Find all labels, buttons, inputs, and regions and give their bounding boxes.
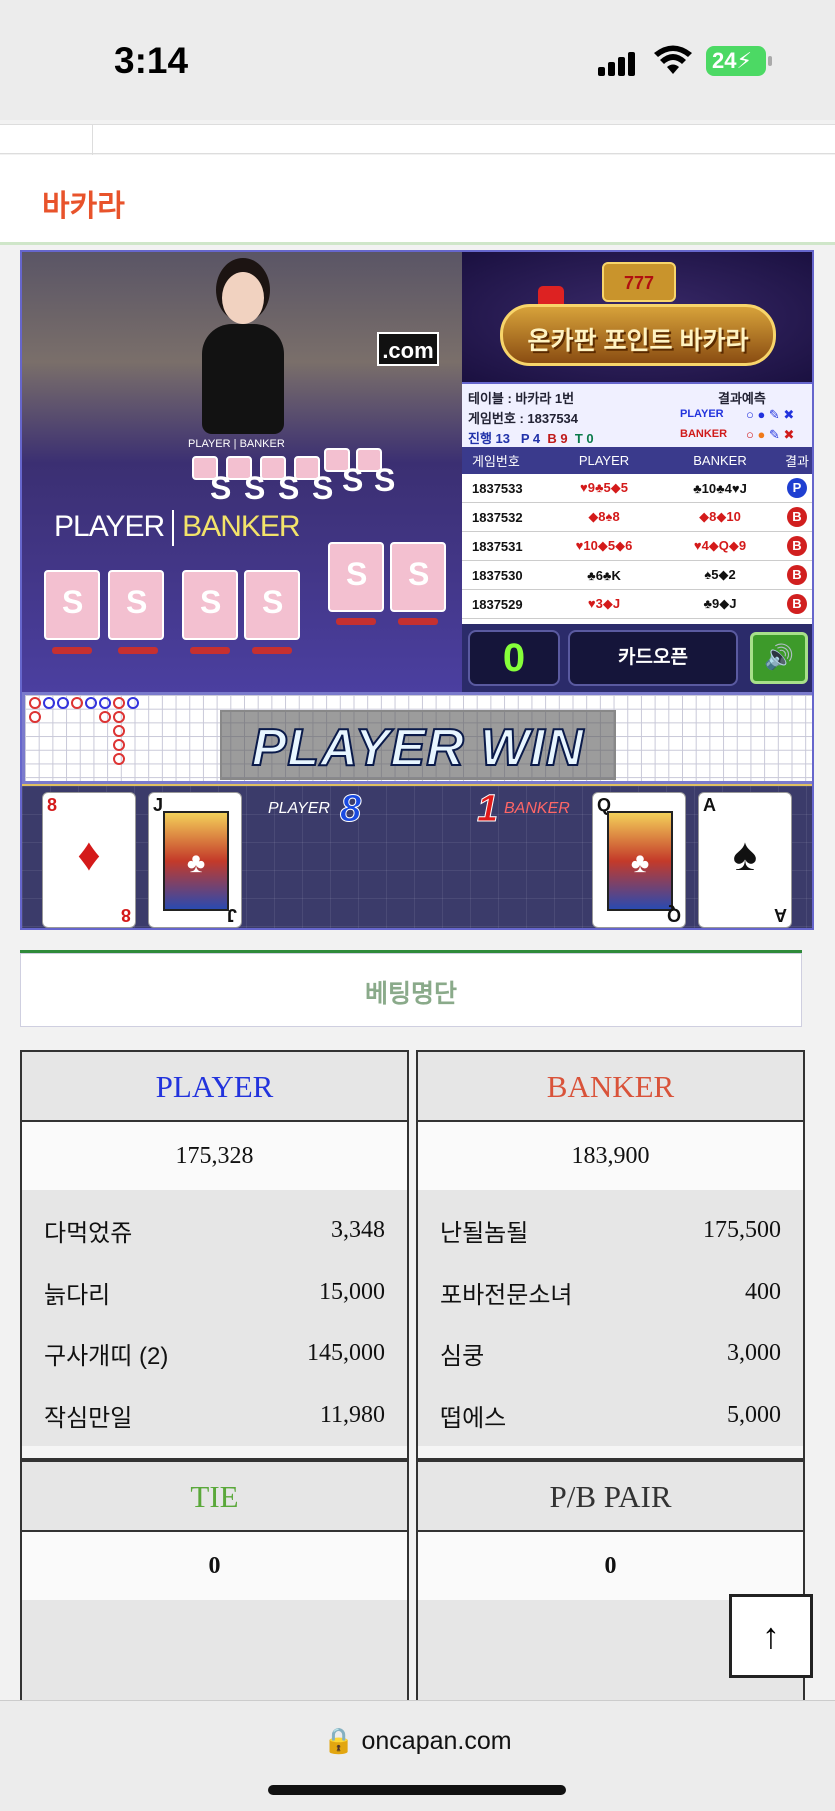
bet-list-header: 베팅명단 bbox=[20, 953, 802, 1027]
tie-panel-title: TIE bbox=[22, 1462, 407, 1532]
arrow-up-icon[interactable]: ↑ bbox=[729, 1594, 813, 1678]
predict-player-label: PLAYER bbox=[680, 408, 724, 420]
battery-indicator: 24⚡ bbox=[706, 46, 772, 76]
result-badge: B bbox=[787, 565, 807, 585]
page-title: 바카라 bbox=[42, 190, 125, 223]
table-big-labels: PLAYER BANKER bbox=[54, 510, 301, 547]
history-row: 1837533 ♥9♣5◆5 ♣10♣4♥J P bbox=[462, 474, 812, 503]
promo-title: 온카판 포인트 바카라 bbox=[527, 327, 749, 355]
baccarat-game-panel: .com PLAYER | BANKER PLAYERBANKER 777 온카… bbox=[20, 250, 814, 930]
history-row: 1837530 ♣6♣K ♠5◆2 B bbox=[462, 561, 812, 590]
page-header: 바카라 bbox=[0, 155, 835, 245]
wifi-icon bbox=[654, 45, 692, 74]
player-bets-panel: PLAYER 175,328 다먹었쥬 3,348 늙다리 15,000 구사개띠 … bbox=[20, 1050, 409, 1460]
pair-panel-title: P/B PAIR bbox=[418, 1462, 803, 1532]
player-panel-title: PLAYER bbox=[22, 1052, 407, 1122]
banker-hand-label: BANKER bbox=[504, 800, 570, 817]
banker-card: Q ♣ Q bbox=[592, 792, 686, 928]
bet-row: 작심만일 11,980 bbox=[44, 1401, 385, 1432]
com-sign: .com bbox=[377, 332, 439, 366]
result-badge: B bbox=[787, 536, 807, 556]
game-controls: 0 카드오픈 🔊 bbox=[462, 624, 812, 692]
player-card: J ♣ J bbox=[148, 792, 242, 928]
live-video: .com PLAYER | BANKER PLAYERBANKER bbox=[22, 252, 462, 692]
result-badge: P bbox=[787, 478, 807, 498]
banker-bets-panel: BANKER 183,900 난될놈될 175,500 포바전문소녀 400 심쿵 3… bbox=[416, 1050, 805, 1460]
promo-banner: 777 온카판 포인트 바카라 bbox=[462, 252, 812, 382]
banker-panel-title: BANKER bbox=[418, 1052, 803, 1122]
browser-tab-strip bbox=[0, 124, 835, 155]
home-indicator bbox=[268, 1785, 566, 1795]
banker-card: A ♠ A bbox=[698, 792, 792, 928]
tie-total: 0 bbox=[22, 1532, 407, 1600]
result-badge: B bbox=[787, 594, 807, 614]
bet-row: 난될놈될 175,500 bbox=[440, 1217, 781, 1248]
player-score: 8 bbox=[339, 788, 362, 831]
bet-row: 심쿵 3,000 bbox=[440, 1340, 781, 1371]
pair-total: 0 bbox=[418, 1532, 803, 1600]
game-number: 게임번호 : 1837534 bbox=[468, 411, 579, 426]
table-info: 테이블 : 바카라 1번 게임번호 : 1837534 진행 13 P 4 B … bbox=[462, 382, 812, 447]
history-row: 1837532 ◆8♠8 ◆8◆10 B bbox=[462, 503, 812, 532]
browser-address-bar[interactable]: 🔒 oncapan.com bbox=[0, 1700, 835, 1811]
player-card: 8 ♦ 8 bbox=[42, 792, 136, 928]
dealer-image bbox=[192, 262, 292, 434]
predict-banker-label: BANKER bbox=[680, 428, 728, 440]
history-row: 1837531 ♥10◆5◆6 ♥4◆Q◆9 B bbox=[462, 532, 812, 561]
signal-icon bbox=[598, 50, 638, 76]
result-hand: 8 ♦ 8 J ♣ J PLAYER 8 1 BANKER Q ♣ Q A ♠ … bbox=[22, 784, 812, 928]
game-history-table: 게임번호 PLAYER BANKER 결과 1837533 ♥9♣5◆5 ♣10… bbox=[462, 447, 812, 624]
card-open-button[interactable]: 카드오픈 bbox=[568, 630, 738, 686]
tie-bets-panel: TIE 0 bbox=[20, 1460, 409, 1710]
clock: 3:14 bbox=[114, 40, 189, 81]
predict-banker-buttons[interactable]: ○ ● ✎ ✖ bbox=[746, 427, 794, 443]
table-small-labels: PLAYER | BANKER bbox=[188, 438, 285, 450]
banker-total: 183,900 bbox=[418, 1122, 803, 1190]
status-bar: 3:14 24⚡ bbox=[0, 0, 835, 120]
bet-row: 늙다리 15,000 bbox=[44, 1278, 385, 1309]
history-header: 게임번호 PLAYER BANKER 결과 bbox=[462, 447, 812, 474]
bet-row: 구사개띠 (2) 145,000 bbox=[44, 1340, 385, 1371]
table-name: 테이블 : 바카라 1번 bbox=[468, 391, 575, 406]
countdown-timer: 0 bbox=[468, 630, 560, 686]
banker-score: 1 bbox=[476, 788, 499, 831]
bet-row: 떱에스 5,000 bbox=[440, 1401, 781, 1432]
bet-row: 다먹었쥬 3,348 bbox=[44, 1217, 385, 1248]
player-total: 175,328 bbox=[22, 1122, 407, 1190]
result-badge: B bbox=[787, 507, 807, 527]
win-banner: PLAYER WIN bbox=[220, 710, 616, 780]
bet-list-title: 베팅명단 bbox=[364, 980, 457, 1008]
slot-machine-icon: 777 bbox=[602, 262, 676, 302]
progress-counts: 진행 13 P 4 B 9 T 0 bbox=[468, 431, 594, 446]
player-hand-label: PLAYER bbox=[268, 800, 330, 817]
bet-row: 포바전문소녀 400 bbox=[440, 1278, 781, 1309]
history-row: 1837529 ♥3◆J ♣9◆J B bbox=[462, 590, 812, 619]
predict-player-buttons[interactable]: ○ ● ✎ ✖ bbox=[746, 407, 794, 423]
url-text[interactable]: 🔒 oncapan.com bbox=[0, 1727, 835, 1756]
speaker-icon[interactable]: 🔊 bbox=[750, 632, 808, 684]
predict-title: 결과예측 bbox=[718, 391, 766, 406]
